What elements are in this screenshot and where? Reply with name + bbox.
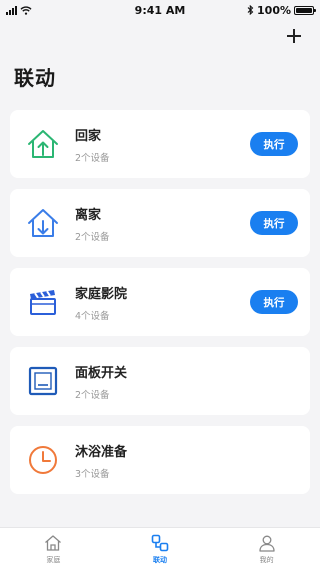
scene-title: 面板开关 [75, 365, 128, 381]
panel-switch-icon [28, 366, 58, 396]
scene-card-home[interactable]: 回家 2个设备 执行 [10, 110, 310, 178]
scene-card-panel[interactable]: 面板开关 2个设备 [10, 347, 310, 415]
page-title: 联动 [14, 66, 56, 90]
execute-button[interactable]: 执行 [250, 132, 298, 156]
link-icon [151, 534, 169, 551]
scene-title: 沐浴准备 [75, 444, 128, 460]
battery-percent: 100% [257, 3, 291, 17]
clock-icon [29, 446, 57, 474]
status-right: 100% [224, 3, 316, 17]
scene-card-bath[interactable]: 沐浴准备 3个设备 [10, 426, 310, 494]
scene-card-theater[interactable]: 家庭影院 4个设备 执行 [10, 268, 310, 336]
home-leave-icon [28, 209, 58, 237]
tab-mine[interactable]: 我的 [227, 533, 307, 565]
scene-device-count: 4个设备 [75, 310, 110, 322]
add-scene-button[interactable] [284, 26, 304, 46]
scene-title: 回家 [75, 128, 102, 144]
home-arrive-icon [28, 130, 58, 158]
signal-icon [6, 5, 17, 15]
clapperboard-icon [30, 290, 56, 315]
status-left [6, 5, 96, 15]
status-time: 9:41 AM [134, 3, 186, 17]
scene-title: 离家 [75, 207, 102, 223]
scene-device-count: 2个设备 [75, 389, 110, 401]
tab-linkage[interactable]: 联动 [120, 533, 200, 565]
home-icon [45, 534, 62, 551]
tab-label: 联动 [152, 555, 167, 564]
tab-label: 家庭 [46, 555, 61, 564]
execute-button[interactable]: 执行 [250, 290, 298, 314]
tab-bar: 家庭 联动 我的 [0, 527, 320, 569]
scene-title: 家庭影院 [75, 286, 128, 302]
battery-icon [294, 5, 316, 15]
bluetooth-icon [247, 5, 254, 15]
scene-device-count: 3个设备 [75, 468, 110, 480]
scene-device-count: 2个设备 [75, 152, 110, 164]
tab-label: 我的 [259, 555, 274, 564]
scene-device-count: 2个设备 [75, 231, 110, 243]
scene-list: 回家 2个设备 执行 离家 2个设备 执行 家庭影院 4个设备 执行 面板开关 … [10, 110, 310, 494]
wifi-icon [20, 5, 32, 15]
scene-card-leave[interactable]: 离家 2个设备 执行 [10, 189, 310, 257]
status-bar: 9:41 AM 100% [0, 0, 320, 20]
execute-button[interactable]: 执行 [250, 211, 298, 235]
tab-home[interactable]: 家庭 [13, 533, 93, 565]
user-icon [258, 535, 275, 552]
